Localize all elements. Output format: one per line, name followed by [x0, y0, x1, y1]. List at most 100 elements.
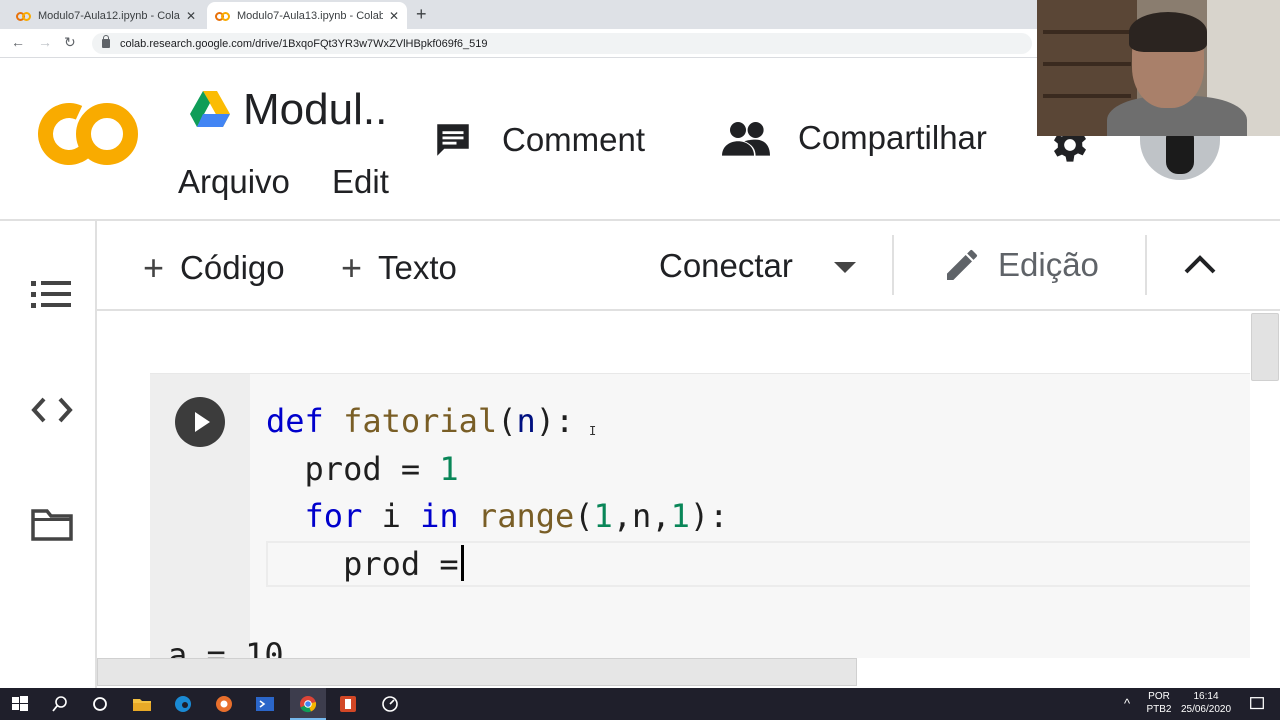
code-token: ( [497, 402, 517, 440]
clock-date: 25/06/2020 [1180, 704, 1232, 715]
code-token: ): [535, 402, 575, 440]
new-tab-icon[interactable]: + [416, 4, 427, 25]
url-field[interactable]: colab.research.google.com/drive/1BxqoFQt… [92, 33, 1032, 54]
code-token: i [362, 497, 421, 535]
code-token: prod = [266, 544, 459, 583]
horizontal-scrollbar[interactable] [97, 658, 857, 686]
code-line[interactable]: for i in range(1,n,1): [266, 493, 729, 541]
editing-label: Edição [998, 246, 1099, 283]
code-token: prod = [266, 449, 440, 488]
add-code-button[interactable]: + Código [143, 247, 285, 289]
toolbar-divider [892, 235, 894, 295]
clock-time: 16:14 [1193, 691, 1219, 702]
text-cursor [460, 544, 464, 581]
menu-arquivo[interactable]: Arquivo [178, 163, 290, 201]
add-text-label: Texto [378, 249, 457, 286]
code-line[interactable]: prod = 1 [266, 446, 728, 494]
forward-icon[interactable]: → [38, 34, 52, 50]
reload-icon[interactable]: ↻ [64, 34, 76, 51]
colab-logo-icon[interactable] [29, 94, 138, 174]
windows-taskbar: ^ POR PTB2 16:14 25/06/2020 [0, 688, 1280, 720]
share-label: Compartilhar [798, 119, 987, 156]
language-code: POR [1148, 691, 1170, 702]
google-drive-icon[interactable] [190, 91, 230, 127]
notebook-toolbar: + Código + Texto Conectar Edição [97, 221, 1280, 311]
code-token: 1 [670, 497, 690, 535]
app-orange-icon[interactable] [214, 694, 234, 714]
table-of-contents-icon[interactable] [31, 279, 71, 311]
code-line[interactable]: def fatorial(n): [266, 398, 728, 446]
url-text: colab.research.google.com/drive/1BxqoFQt… [120, 37, 488, 50]
connect-button[interactable]: Conectar [659, 247, 793, 285]
code-token: 1 [593, 497, 613, 535]
next-cell-code-partial: a = 10 [168, 636, 284, 658]
comment-label: Comment [502, 121, 646, 158]
system-clock[interactable]: 16:14 25/06/2020 [1178, 690, 1234, 716]
editing-mode-button[interactable]: Edição [942, 245, 1099, 285]
input-language[interactable]: POR PTB2 [1146, 690, 1172, 716]
toolbar-divider [1145, 235, 1147, 295]
code-token: 1 [439, 449, 459, 488]
close-icon[interactable]: ✕ [389, 9, 399, 23]
code-token: for [304, 497, 363, 535]
add-code-label: Código [180, 249, 285, 286]
add-text-button[interactable]: + Texto [341, 247, 457, 289]
notebook-body: def fatorial(n): prod = 1 for i in range… [97, 313, 1280, 664]
code-token: ,n, [612, 497, 671, 535]
code-token: fatorial [343, 402, 498, 440]
comment-icon [437, 124, 469, 156]
plus-icon: + [143, 247, 165, 288]
tab-aula12[interactable]: Modulo7-Aula12.ipynb - Colabora ✕ [8, 2, 204, 29]
code-token: ( [574, 497, 594, 535]
tray-chevron-up-icon[interactable]: ^ [1124, 697, 1130, 710]
folder-icon[interactable] [31, 507, 73, 541]
colab-favicon-icon [16, 11, 32, 21]
code-token: n [516, 402, 536, 440]
colab-favicon-icon [215, 11, 231, 21]
powerpoint-icon[interactable] [338, 694, 358, 714]
plus-icon: + [341, 247, 363, 288]
tab-title: Modulo7-Aula12.ipynb - Colabora [38, 9, 180, 22]
lock-icon [102, 35, 110, 48]
code-token: range [477, 497, 575, 535]
people-icon [722, 122, 770, 156]
notebook-title[interactable]: Modul.. [243, 85, 387, 135]
horizontal-scroll-track [857, 658, 1280, 686]
pencil-icon [947, 250, 977, 280]
mouse-ibeam-cursor: I [589, 424, 597, 438]
back-icon[interactable]: ← [11, 34, 25, 50]
chevron-up-icon[interactable] [1183, 253, 1217, 275]
code-cell[interactable]: def fatorial(n): prod = 1 for i in range… [150, 373, 1250, 664]
tab-title: Modulo7-Aula13.ipynb - Colabora [237, 9, 383, 22]
code-snippets-icon[interactable] [31, 397, 73, 423]
connect-label: Conectar [659, 247, 793, 284]
cortana-icon[interactable] [90, 694, 110, 714]
comment-button[interactable]: Comment [432, 119, 645, 161]
search-icon[interactable] [50, 694, 70, 714]
file-explorer-icon[interactable] [132, 694, 152, 714]
code-token: def [266, 402, 344, 440]
notifications-icon[interactable] [1248, 695, 1266, 713]
close-icon[interactable]: ✕ [186, 9, 196, 23]
code-line[interactable]: prod = [266, 541, 728, 589]
code-editor[interactable]: def fatorial(n): prod = 1 for i in range… [266, 398, 728, 588]
chrome-icon[interactable] [298, 694, 318, 714]
windows-start-icon[interactable] [10, 694, 30, 714]
share-button[interactable]: Compartilhar [722, 119, 987, 157]
code-token: in [420, 497, 459, 535]
keyboard-layout: PTB2 [1146, 704, 1172, 715]
screen: Modulo7-Aula12.ipynb - Colabora ✕ Modulo… [0, 0, 1280, 720]
snipping-tool-icon[interactable] [380, 694, 400, 714]
left-sidebar [0, 221, 97, 688]
chevron-down-icon[interactable] [834, 262, 856, 273]
edge-icon[interactable] [173, 694, 193, 714]
run-cell-button[interactable] [175, 397, 225, 447]
webcam-overlay [1037, 0, 1280, 136]
vertical-scrollbar[interactable] [1251, 313, 1279, 381]
code-token: ): [689, 497, 729, 535]
menu-edit[interactable]: Edit [332, 163, 389, 201]
powershell-icon[interactable] [255, 694, 275, 714]
tab-aula13[interactable]: Modulo7-Aula13.ipynb - Colabora ✕ [207, 2, 407, 29]
